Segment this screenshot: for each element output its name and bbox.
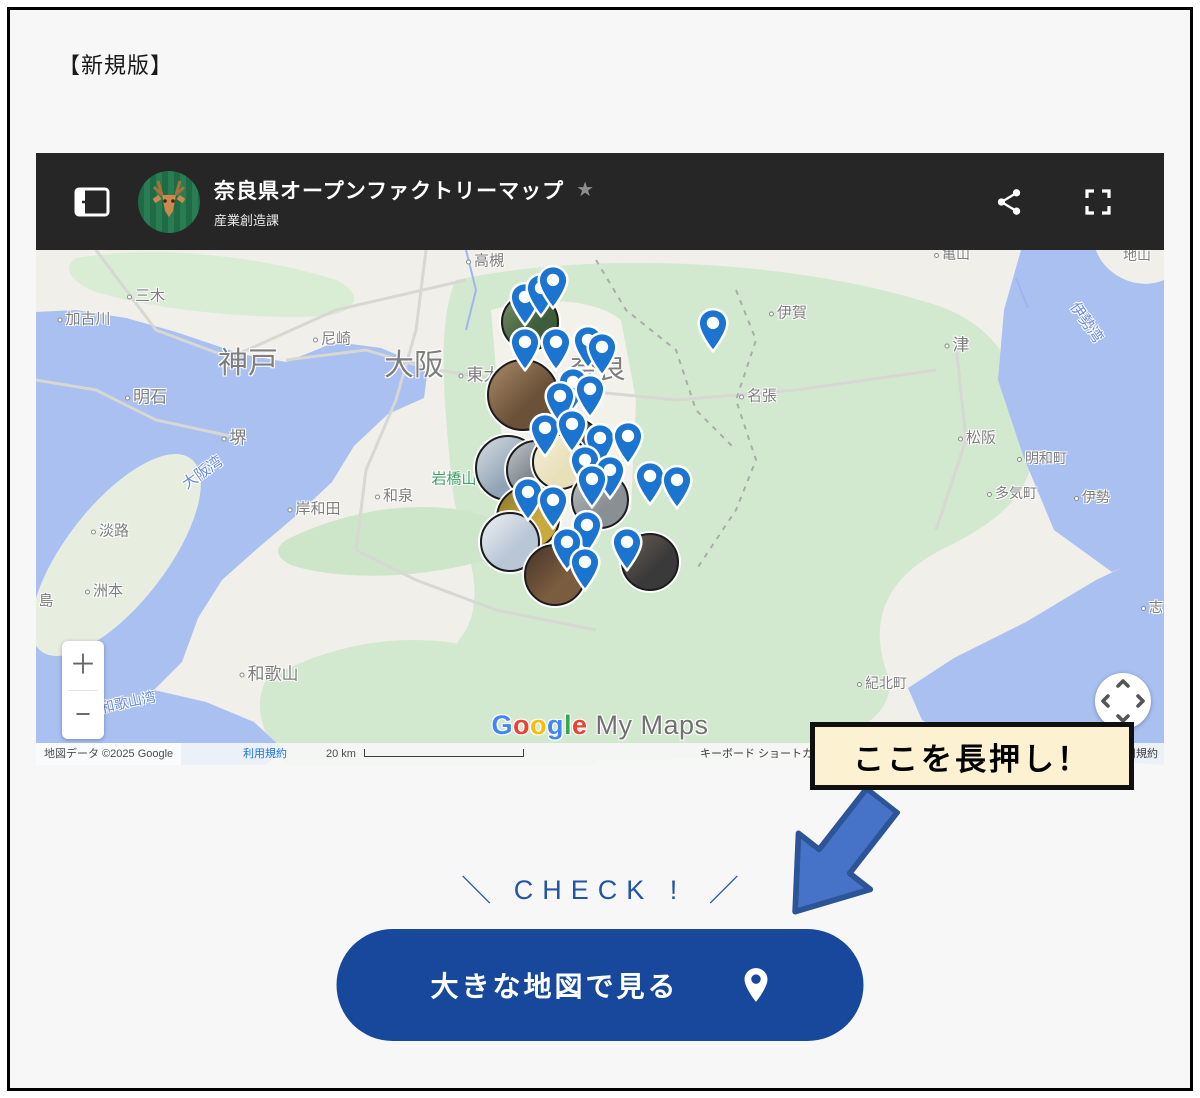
map-label: 松阪 <box>958 427 996 448</box>
map-label: 明和町 <box>1017 448 1067 468</box>
map-label: 淡路 <box>91 520 129 541</box>
map-label: 津 <box>945 331 970 356</box>
map-label: 島 <box>38 590 53 611</box>
star-icon[interactable]: ★ <box>576 177 594 202</box>
zoom-control: ＋ − <box>62 641 104 739</box>
map-label: 堺 <box>222 424 247 449</box>
map-pin[interactable] <box>585 332 619 377</box>
google-mymaps-embed[interactable]: 奈良県オープンファクトリーマップ ★ 産業創造課 <box>36 153 1164 765</box>
map-pin[interactable] <box>660 465 694 510</box>
map-label: 三木 <box>127 285 165 306</box>
map-pin[interactable] <box>568 547 602 592</box>
zoom-out-button[interactable]: − <box>62 691 104 740</box>
slash-right: ／ <box>709 875 739 908</box>
map-label: 岩橋山 <box>431 468 476 489</box>
share-icon[interactable] <box>996 188 1022 216</box>
map-label: 多気町 <box>987 483 1037 503</box>
check-label: CHECK ! <box>514 875 687 905</box>
map-pin[interactable] <box>696 308 730 353</box>
scale-bar <box>364 749 524 757</box>
avatar[interactable] <box>138 171 200 233</box>
map-label: 明石 <box>125 383 167 408</box>
pan-control[interactable] <box>1095 673 1151 729</box>
google-mymaps-watermark: Google My Maps <box>491 710 708 741</box>
map-label: 神戸 <box>218 338 278 382</box>
slash-left: ＼ <box>461 875 491 908</box>
page: 【新規版】 奈良県オープンファクトリーマップ ★ <box>0 0 1200 1098</box>
map-label: 洲本 <box>85 580 123 601</box>
map-pin[interactable] <box>610 527 644 572</box>
map-label: 紀北町 <box>857 673 907 693</box>
map-canvas[interactable]: Google My Maps ＋ − 地図データ ©2025 Google 利用… <box>36 250 1164 765</box>
map-label: 伊勢 <box>1074 487 1110 507</box>
map-subtitle: 産業創造課 <box>214 210 594 229</box>
map-label: 大阪 <box>384 340 444 384</box>
zoom-in-button[interactable]: ＋ <box>62 641 104 690</box>
map-pin[interactable] <box>508 327 542 372</box>
fullscreen-icon[interactable] <box>1084 188 1112 216</box>
map-pin[interactable] <box>575 464 609 509</box>
annotation-text: ここを長押し！ <box>853 734 1091 779</box>
view-large-map-button[interactable]: 大きな地図で見る <box>337 929 864 1041</box>
map-label: 名張 <box>739 385 777 406</box>
side-panel-icon[interactable] <box>74 186 110 218</box>
map-label: 尼崎 <box>313 328 351 349</box>
scale-label: 20 km <box>326 748 356 760</box>
map-label: 高槻 <box>466 250 504 271</box>
map-label: 亀山 <box>934 250 970 264</box>
annotation-callout: ここを長押し！ <box>810 722 1134 790</box>
map-label: 志 <box>1141 597 1163 617</box>
terms-link[interactable]: 利用規約 <box>243 743 287 765</box>
map-label: 和歌山 <box>240 660 299 685</box>
page-title: 【新規版】 <box>58 48 173 80</box>
map-data-attribution: 地図データ ©2025 Google <box>36 743 181 765</box>
check-heading: ＼ CHECK ! ／ <box>0 866 1200 910</box>
map-label: 和泉 <box>375 485 413 506</box>
map-label: 岸和田 <box>287 498 340 519</box>
map-header: 奈良県オープンファクトリーマップ ★ 産業創造課 <box>36 153 1164 250</box>
map-label: 加古川 <box>57 308 110 329</box>
map-pin[interactable] <box>536 265 570 310</box>
map-label: 伊賀 <box>769 302 807 323</box>
map-pin[interactable] <box>539 327 573 372</box>
map-pin[interactable] <box>536 485 570 530</box>
cta-label: 大きな地図で見る <box>430 965 678 1005</box>
map-label: 地山 <box>1123 250 1151 265</box>
location-pin-icon <box>743 967 770 1003</box>
map-title: 奈良県オープンファクトリーマップ <box>214 175 564 205</box>
